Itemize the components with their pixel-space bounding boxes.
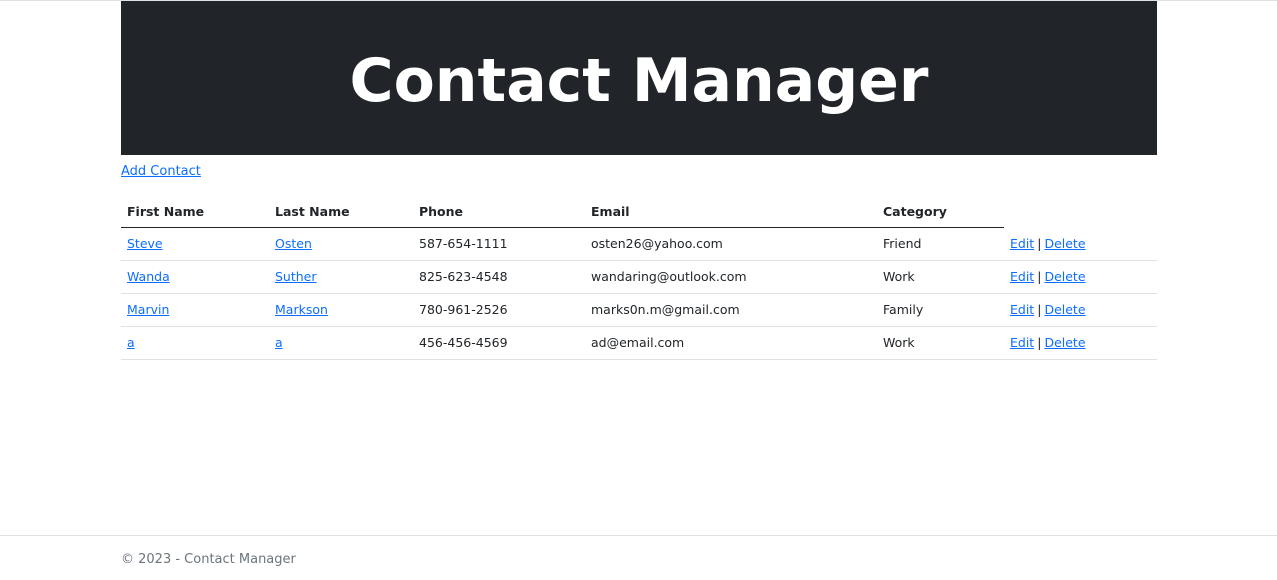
actions-cell: Edit | Delete xyxy=(1004,260,1157,294)
email-cell: wandaring@outlook.com xyxy=(585,260,877,294)
first-name-link[interactable]: a xyxy=(127,335,135,350)
column-header-actions xyxy=(1004,194,1157,228)
last-name-cell: Osten xyxy=(269,227,413,261)
column-header-last-name: Last Name xyxy=(269,194,413,228)
table-header: First Name Last Name Phone Email Categor… xyxy=(121,194,1157,228)
first-name-link[interactable]: Marvin xyxy=(127,302,169,317)
actions-cell: Edit | Delete xyxy=(1004,227,1157,261)
action-separator: | xyxy=(1037,335,1042,350)
last-name-link[interactable]: Osten xyxy=(275,236,312,251)
page-header: Contact Manager xyxy=(121,1,1157,155)
phone-cell: 456-456-4569 xyxy=(413,326,585,360)
edit-link[interactable]: Edit xyxy=(1010,302,1034,317)
column-header-email: Email xyxy=(585,194,877,228)
actions-cell: Edit | Delete xyxy=(1004,293,1157,327)
table-body: Steve Osten 587-654-1111 osten26@yahoo.c… xyxy=(121,227,1157,360)
table-row: Marvin Markson 780-961-2526 marks0n.m@gm… xyxy=(121,293,1157,327)
actions-cell: Edit | Delete xyxy=(1004,326,1157,360)
add-contact-link[interactable]: Add Contact xyxy=(121,164,201,179)
table-row: Wanda Suther 825-623-4548 wandaring@outl… xyxy=(121,260,1157,294)
page: Contact Manager Add Contact First Name L… xyxy=(0,0,1277,580)
email-cell: marks0n.m@gmail.com xyxy=(585,293,877,327)
first-name-cell: a xyxy=(121,326,269,360)
page-title: Contact Manager xyxy=(349,46,929,116)
footer-divider xyxy=(0,535,1277,536)
action-separator: | xyxy=(1037,269,1042,284)
action-separator: | xyxy=(1037,235,1042,251)
header-row: First Name Last Name Phone Email Categor… xyxy=(121,194,1157,228)
first-name-cell: Marvin xyxy=(121,293,269,327)
category-cell: Family xyxy=(877,293,1004,327)
column-header-phone: Phone xyxy=(413,194,585,228)
delete-link[interactable]: Delete xyxy=(1044,302,1085,317)
delete-link[interactable]: Delete xyxy=(1044,236,1085,251)
table-row: a a 456-456-4569 ad@email.com Work Edit |… xyxy=(121,326,1157,360)
phone-cell: 825-623-4548 xyxy=(413,260,585,294)
last-name-cell: a xyxy=(269,326,413,360)
column-header-category: Category xyxy=(877,194,1004,228)
last-name-cell: Markson xyxy=(269,293,413,327)
delete-link[interactable]: Delete xyxy=(1044,269,1085,284)
delete-link[interactable]: Delete xyxy=(1044,335,1085,350)
edit-link[interactable]: Edit xyxy=(1010,335,1034,350)
last-name-cell: Suther xyxy=(269,260,413,294)
first-name-link[interactable]: Steve xyxy=(127,236,163,251)
edit-link[interactable]: Edit xyxy=(1010,236,1034,251)
category-cell: Work xyxy=(877,326,1004,360)
column-header-first-name: First Name xyxy=(121,194,269,228)
first-name-cell: Steve xyxy=(121,227,269,261)
category-cell: Friend xyxy=(877,227,1004,261)
main-container: Contact Manager Add Contact First Name L… xyxy=(121,1,1157,360)
email-cell: osten26@yahoo.com xyxy=(585,227,877,261)
footer-text: © 2023 - Contact Manager xyxy=(121,552,296,567)
phone-cell: 780-961-2526 xyxy=(413,293,585,327)
last-name-link[interactable]: Markson xyxy=(275,302,328,317)
last-name-link[interactable]: a xyxy=(275,335,283,350)
last-name-link[interactable]: Suther xyxy=(275,269,317,284)
edit-link[interactable]: Edit xyxy=(1010,269,1034,284)
phone-cell: 587-654-1111 xyxy=(413,227,585,261)
first-name-cell: Wanda xyxy=(121,260,269,294)
category-cell: Work xyxy=(877,260,1004,294)
action-separator: | xyxy=(1037,302,1042,317)
table-row: Steve Osten 587-654-1111 osten26@yahoo.c… xyxy=(121,227,1157,261)
contacts-table: First Name Last Name Phone Email Categor… xyxy=(121,194,1157,360)
first-name-link[interactable]: Wanda xyxy=(127,269,170,284)
email-cell: ad@email.com xyxy=(585,326,877,360)
